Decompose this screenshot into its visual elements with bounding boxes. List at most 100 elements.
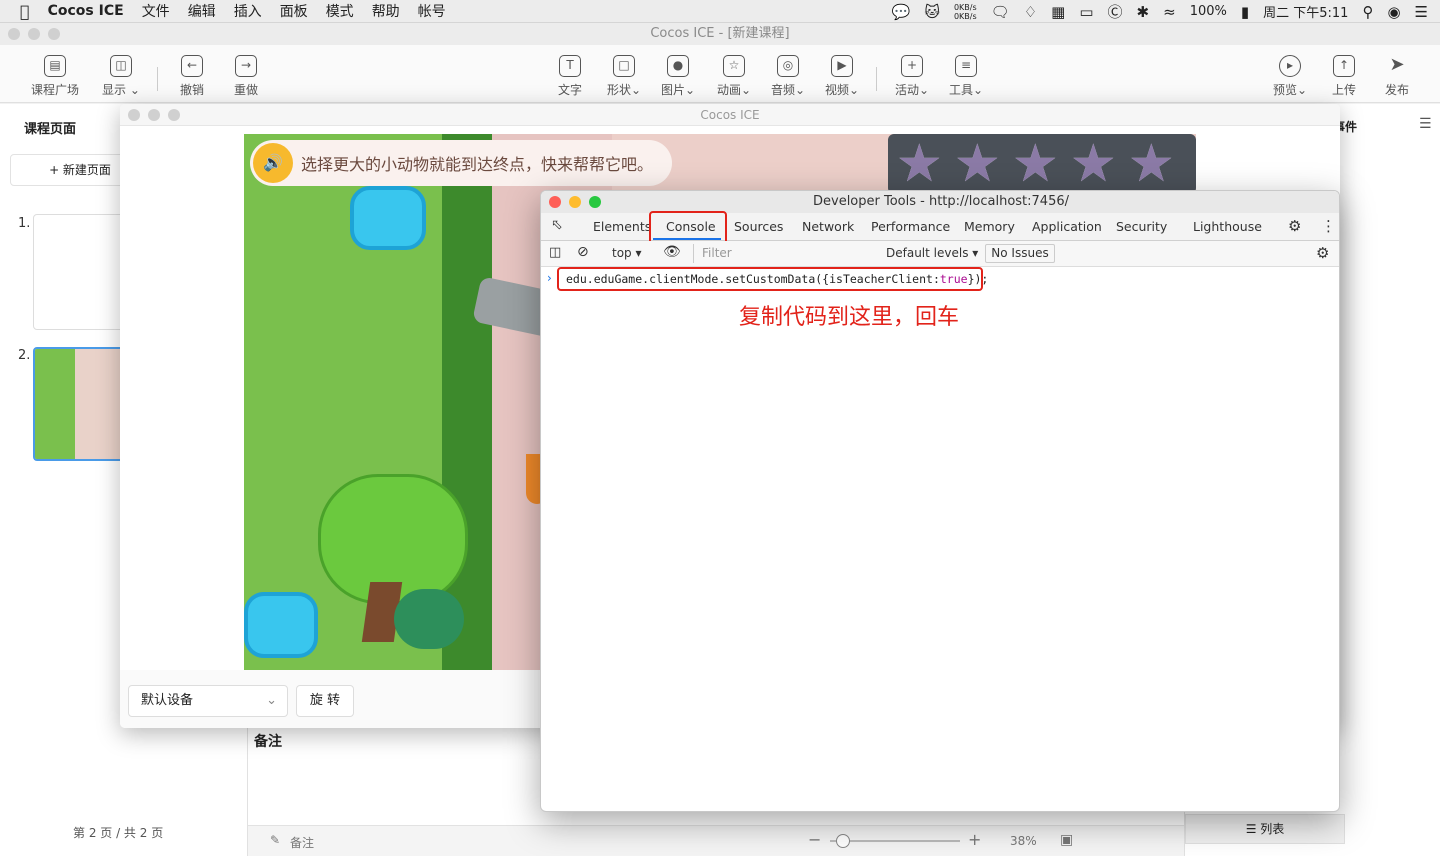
airplay-icon[interactable]: ▭ (1079, 3, 1093, 21)
menu-help[interactable]: 帮助 (372, 1, 400, 21)
menu-edit[interactable]: 编辑 (188, 1, 216, 21)
video-tool-label: 视频 (824, 83, 849, 97)
console-toolbar: ◫ ⊘ top ▾ 👁 Filter Default levels ▾ No I… (541, 241, 1339, 267)
preview-button[interactable]: ▸ 预览⌄ (1265, 51, 1315, 98)
text-tool-button[interactable]: T 文字 (545, 51, 595, 98)
hamburger-menu-icon[interactable]: ☰ (1419, 116, 1432, 132)
course-square-button[interactable]: ▤ 课程广场 (30, 51, 80, 98)
console-command-line[interactable]: edu.eduGame.clientMode.setCustomData({is… (557, 267, 988, 291)
menu-file[interactable]: 文件 (142, 1, 170, 21)
cat-icon[interactable]: 🐱 (924, 3, 940, 21)
zoom-slider-handle[interactable] (836, 834, 850, 848)
tab-performance[interactable]: Performance (871, 219, 950, 234)
gamepad-icon: + (901, 55, 923, 77)
menu-insert[interactable]: 插入 (234, 1, 262, 21)
apple-icon[interactable]:  (20, 2, 30, 21)
control-center-icon[interactable]: ☰ (1415, 3, 1428, 21)
bottom-notes-label[interactable]: 备注 (290, 834, 314, 851)
upload-icon: ↑ (1333, 55, 1355, 77)
zoom-in-button[interactable]: + (968, 830, 981, 849)
activity-tool-button[interactable]: + 活动⌄ (887, 51, 937, 98)
fox-icon[interactable]: ♢ (1024, 3, 1037, 21)
live-expression-eye-icon[interactable]: 👁 (663, 244, 681, 260)
course-pages-tab[interactable]: 课程页面 (24, 118, 76, 137)
tab-lighthouse[interactable]: Lighthouse (1193, 219, 1262, 234)
publish-button[interactable]: ➤ 发布 (1372, 51, 1422, 98)
console-filter-input[interactable]: Filter (693, 244, 877, 263)
preview-minimize-button[interactable] (148, 109, 160, 121)
grid-icon[interactable]: ▦ (1051, 3, 1065, 21)
slide-thumbnail-2[interactable] (33, 347, 133, 461)
tab-sources[interactable]: Sources (734, 219, 783, 234)
zoom-out-button[interactable]: − (808, 830, 821, 849)
log-levels-select[interactable]: Default levels ▾ (886, 246, 978, 260)
devtools-title: Developer Tools - http://localhost:7456/ (813, 194, 1069, 209)
hedge-strip (442, 134, 492, 670)
send-icon: ➤ (1389, 54, 1405, 75)
menu-panel[interactable]: 面板 (280, 1, 308, 21)
chat-bubble-icon[interactable]: 💬 (892, 3, 911, 21)
animation-icon: ☆ (723, 55, 745, 77)
redo-button[interactable]: → 重做 (221, 51, 271, 98)
video-tool-button[interactable]: ▶ 视频⌄ (817, 51, 867, 98)
display-label: 显示 (102, 83, 127, 97)
list-button[interactable]: ☰ 列表 (1185, 814, 1345, 844)
slide-thumbnail-1[interactable] (33, 214, 133, 330)
tab-elements[interactable]: Elements (593, 219, 651, 234)
image-tool-button[interactable]: ● 图片⌄ (653, 51, 703, 98)
issues-button[interactable]: No Issues (985, 244, 1055, 263)
zoom-window-button[interactable] (48, 28, 60, 40)
bush (394, 589, 464, 649)
fit-screen-icon[interactable]: ▣ (1060, 832, 1073, 848)
spotlight-search-icon[interactable]: ⚲ (1362, 3, 1373, 21)
close-window-button[interactable] (8, 28, 20, 40)
upload-button[interactable]: ↑ 上传 (1319, 51, 1369, 98)
tab-network[interactable]: Network (802, 219, 854, 234)
device-select[interactable]: 默认设备 ⌄ (128, 685, 288, 717)
clock[interactable]: 周二 下午5:11 (1263, 2, 1348, 21)
context-select[interactable]: top ▾ (612, 246, 642, 260)
more-options-icon[interactable]: ⋮ (1321, 217, 1336, 235)
preview-zoom-button[interactable] (168, 109, 180, 121)
speaker-icon[interactable]: 🔊 (253, 143, 293, 183)
audio-tool-button[interactable]: ◎ 音频⌄ (763, 51, 813, 98)
animation-tool-label: 动画 (716, 83, 741, 97)
tab-security[interactable]: Security (1116, 219, 1167, 234)
wechat-icon[interactable]: 🗨 (991, 3, 1010, 21)
devtools-zoom-button[interactable] (589, 196, 601, 208)
sidebar-toggle-icon[interactable]: ◫ (549, 245, 561, 260)
preview-controls: 默认设备 ⌄ 旋 转 (120, 670, 540, 728)
undo-button[interactable]: ← 撤销 (167, 51, 217, 98)
tools-icon: ≡ (955, 55, 977, 77)
tools-button[interactable]: ≡ 工具⌄ (941, 51, 991, 98)
clear-console-icon[interactable]: ⊘ (577, 244, 589, 260)
command-keyword: true (939, 272, 968, 286)
menu-account[interactable]: 帐号 (418, 1, 446, 21)
battery-percent[interactable]: 100% (1190, 4, 1227, 19)
devtools-minimize-button[interactable] (569, 196, 581, 208)
wifi-icon[interactable]: ≈ (1163, 3, 1176, 21)
tab-application[interactable]: Application (1032, 219, 1102, 234)
bluetooth-icon[interactable]: ✱ (1137, 3, 1150, 21)
menu-mode[interactable]: 模式 (326, 1, 354, 21)
battery-icon[interactable]: ▮ (1241, 3, 1249, 21)
tab-memory[interactable]: Memory (964, 219, 1015, 234)
s-app-icon[interactable]: Ⓒ (1108, 1, 1123, 22)
minimize-window-button[interactable] (28, 28, 40, 40)
shape-tool-button[interactable]: □ 形状⌄ (599, 51, 649, 98)
bottom-status-bar: ✎ 备注 − + 38% ▣ (248, 825, 1184, 856)
animation-tool-button[interactable]: ☆ 动画⌄ (709, 51, 759, 98)
settings-gear-icon[interactable]: ⚙ (1288, 217, 1301, 235)
preview-label: 预览 (1272, 83, 1297, 97)
inspect-element-icon[interactable]: ⬁ (551, 217, 563, 233)
devtools-close-button[interactable] (549, 196, 561, 208)
console-settings-gear-icon[interactable]: ⚙ (1316, 244, 1329, 262)
rotate-button[interactable]: 旋 转 (296, 685, 354, 717)
device-select-value: 默认设备 (141, 693, 194, 708)
editor-traffic-lights (8, 28, 60, 40)
display-button[interactable]: ◫ 显示 ⌄ (96, 51, 146, 98)
pencil-icon[interactable]: ✎ (270, 833, 280, 847)
siri-icon[interactable]: ◉ (1387, 3, 1400, 21)
menu-app-name[interactable]: Cocos ICE (48, 3, 124, 19)
preview-close-button[interactable] (128, 109, 140, 121)
